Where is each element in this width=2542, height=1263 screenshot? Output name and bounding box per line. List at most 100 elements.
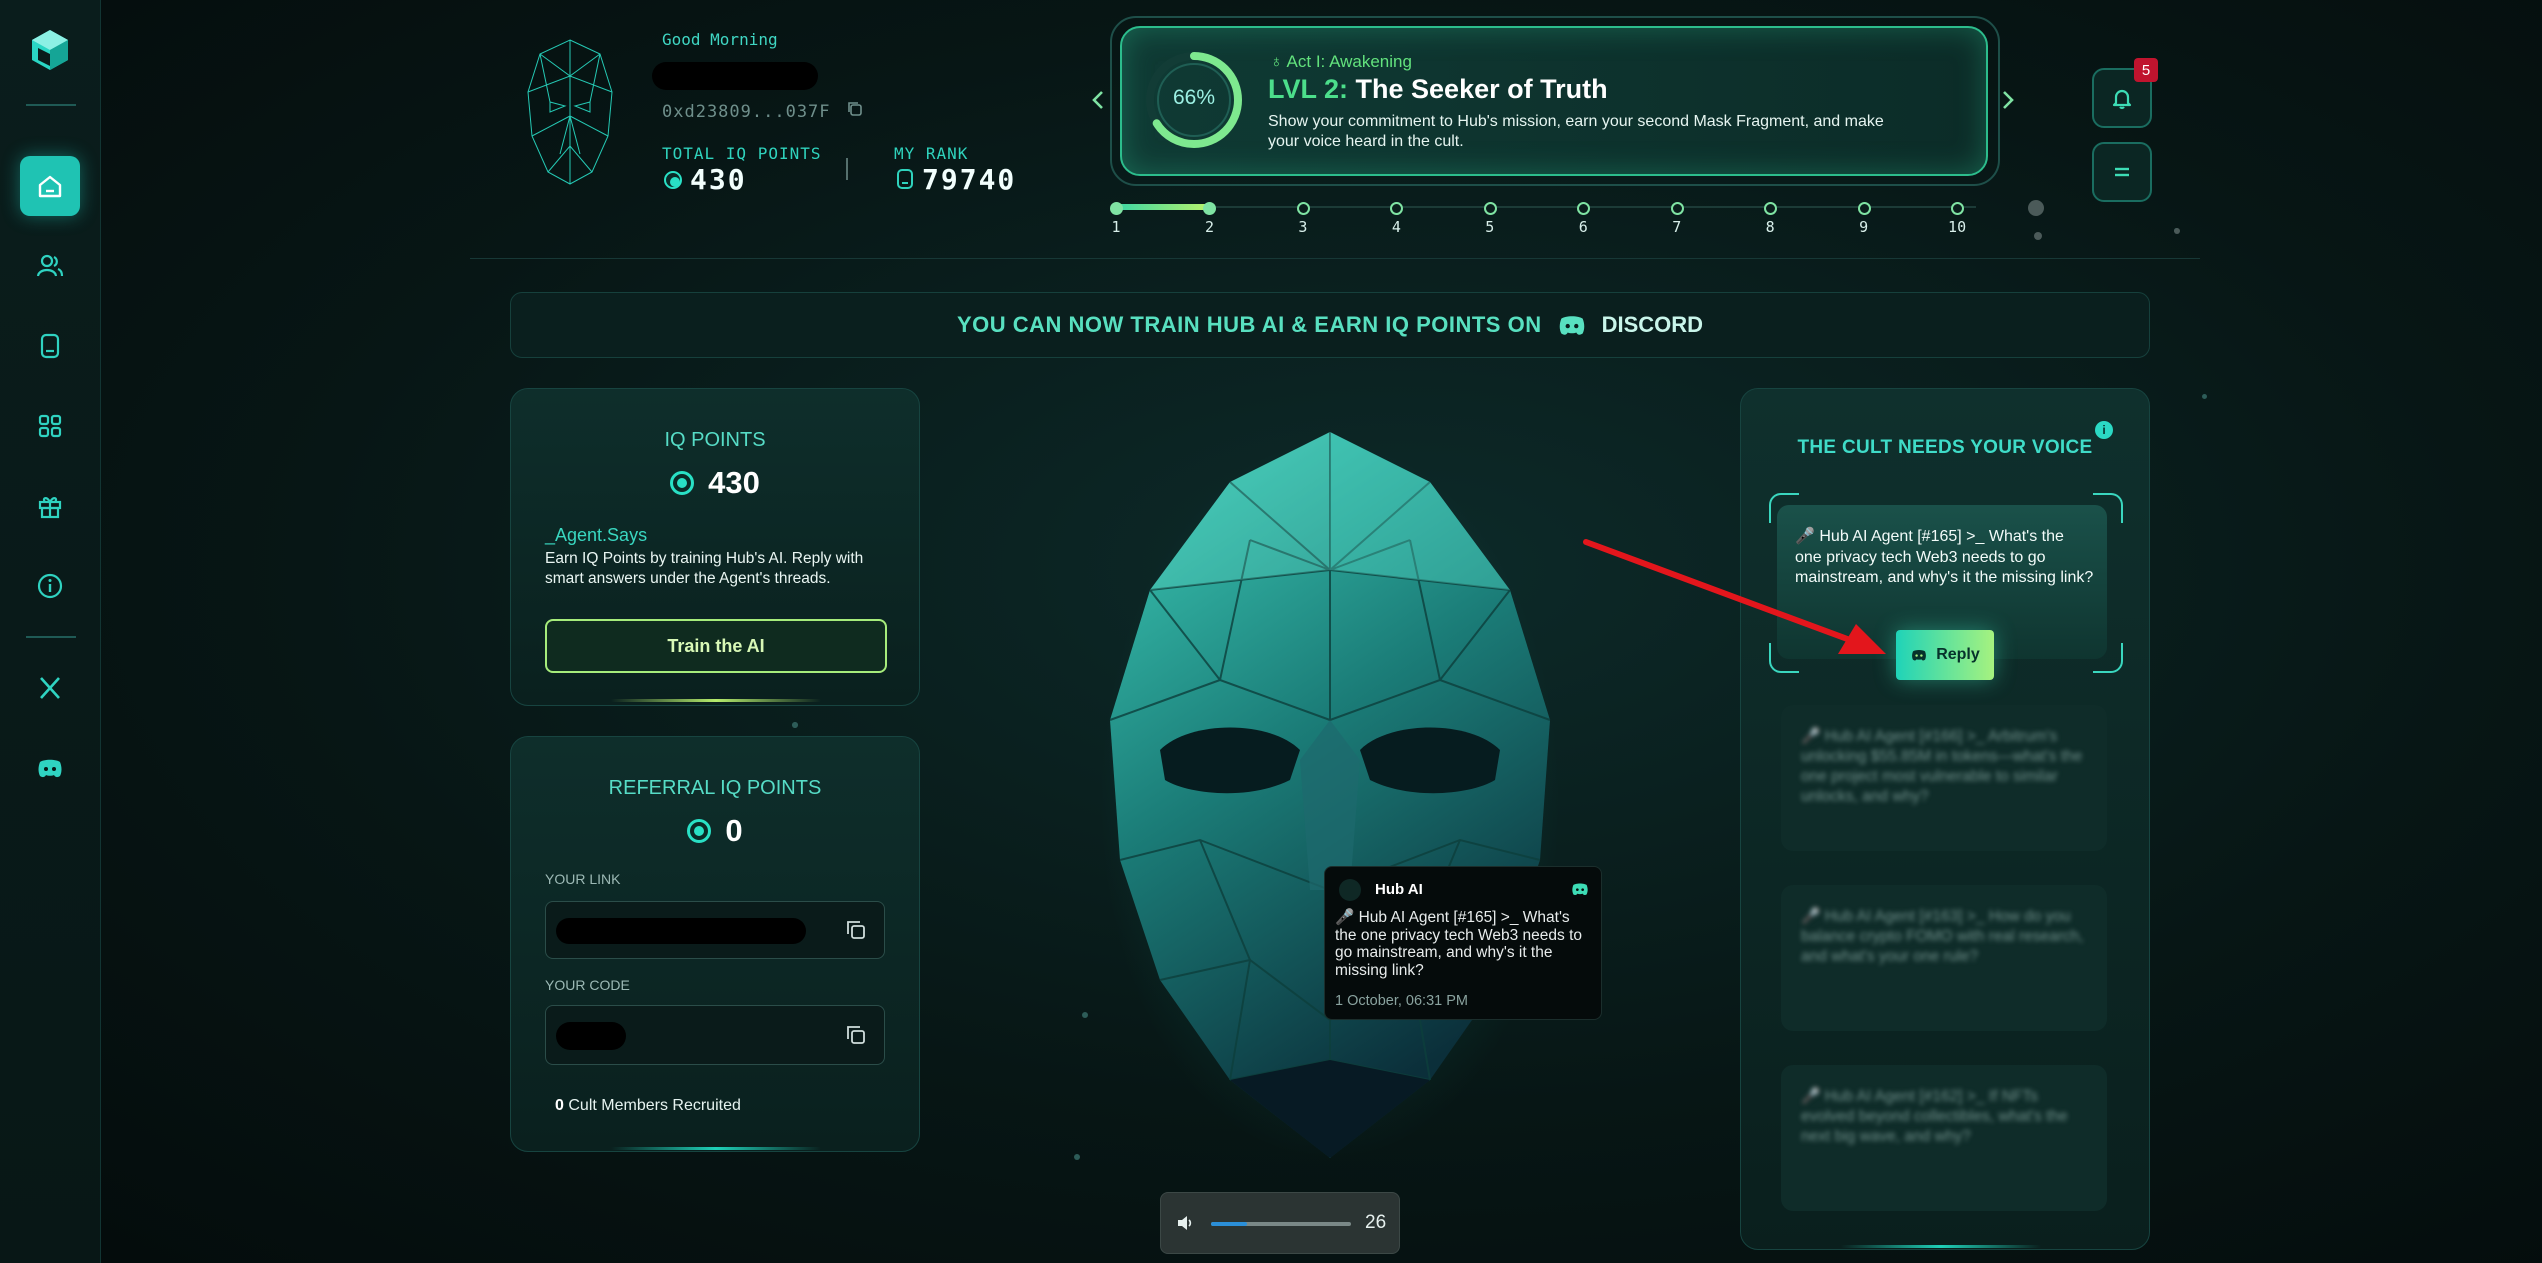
- copy-link-icon[interactable]: [844, 918, 868, 942]
- level-step-label: 4: [1391, 218, 1401, 236]
- reply-label: Reply: [1936, 646, 1980, 663]
- flame-icon: ♁: [1270, 52, 1287, 71]
- banner-text: YOU CAN NOW TRAIN HUB AI & EARN IQ POINT…: [956, 312, 1542, 337]
- card-glow: [611, 699, 821, 702]
- level-step-dot: [1203, 202, 1217, 215]
- sidebar-item-apps[interactable]: [20, 396, 80, 456]
- copy-icon[interactable]: [846, 100, 864, 118]
- discord-banner[interactable]: YOU CAN NOW TRAIN HUB AI & EARN IQ POINT…: [510, 292, 2150, 358]
- level-step-dot: [1296, 202, 1310, 215]
- level-step-label: 5: [1485, 218, 1495, 236]
- x-icon: [40, 677, 60, 699]
- gift-icon: [38, 497, 62, 519]
- iq-card-title: IQ POINTS: [664, 429, 766, 451]
- total-iq-label: TOTAL IQ POINTS: [662, 144, 822, 163]
- header-divider: [470, 258, 2200, 259]
- notification-badge: 5: [2134, 58, 2158, 82]
- iq-token-icon: [670, 471, 695, 495]
- blurred-thread-card: 🎤 Hub AI Agent [#162] >_ If NFTs evolved…: [1781, 1065, 2107, 1211]
- background-dot: [2202, 394, 2207, 399]
- level-step-dot: [1390, 202, 1404, 215]
- sidebar-item-info[interactable]: [20, 556, 80, 616]
- hub-ai-message-popup[interactable]: Hub AI 🎤 Hub AI Agent [#165] >_ What's t…: [1324, 866, 1602, 1020]
- blurred-thread-text: 🎤 Hub AI Agent [#163] >_ How do you bala…: [1801, 908, 2084, 965]
- total-iq-value: 430: [690, 163, 747, 196]
- discord-icon: [1559, 316, 1584, 335]
- code-redacted: [556, 1022, 626, 1050]
- popup-message: 🎤 Hub AI Agent [#165] >_ What's the one …: [1335, 909, 1583, 979]
- sidebar-divider: [26, 104, 76, 106]
- cult-voice-panel: i THE CULT NEEDS YOUR VOICE 🎤 Hub AI Age…: [1740, 388, 2150, 1250]
- grid-icon: [38, 414, 62, 438]
- level-step-dot: [1670, 202, 1684, 215]
- recruited-count: 0: [555, 1097, 564, 1114]
- iq-points-card: IQ POINTS 430 _Agent.Says Earn IQ Points…: [510, 388, 920, 706]
- sidebar-item-device[interactable]: [20, 316, 80, 376]
- volume-slider-fill[interactable]: [1211, 1222, 1248, 1226]
- chevron-left-icon[interactable]: [1088, 88, 1110, 112]
- iq-card-value: 430: [708, 465, 760, 500]
- referral-value-row: 0: [511, 813, 919, 849]
- level-step-label: 2: [1204, 218, 1214, 236]
- blurred-thread-text: 🎤 Hub AI Agent [#162] >_ If NFTs evolved…: [1801, 1088, 2068, 1145]
- sidebar-item-users[interactable]: [20, 236, 80, 296]
- banner-platform: DISCORD: [1601, 312, 1704, 337]
- hub-ai-avatar: [1339, 879, 1361, 901]
- link-redacted: [556, 918, 806, 944]
- popup-author: Hub AI: [1375, 881, 1423, 898]
- card-glow: [611, 1147, 821, 1150]
- blurred-thread-text: 🎤 Hub AI Agent [#166] >_ Arbitrum's unlo…: [1801, 728, 2083, 805]
- level-step-label: 1: [1111, 218, 1121, 236]
- sidebar-item-discord[interactable]: [20, 738, 80, 798]
- your-code-label: YOUR CODE: [545, 977, 630, 993]
- menu-icon: [2115, 167, 2129, 177]
- speaker-icon[interactable]: [1175, 1213, 1195, 1233]
- menu-button[interactable]: [2092, 142, 2152, 202]
- rank-label: MY RANK: [894, 144, 969, 163]
- level-step-dot: [1857, 202, 1871, 215]
- blurred-thread-card: 🎤 Hub AI Agent [#166] >_ Arbitrum's unlo…: [1781, 705, 2107, 851]
- level-step-label: 7: [1672, 218, 1682, 236]
- rank-value: 79740: [922, 163, 1017, 196]
- referral-code-field[interactable]: [545, 1005, 885, 1065]
- referral-card-title: REFERRAL IQ POINTS: [608, 777, 822, 799]
- level-title: LVL 2: The Seeker of Truth: [1268, 74, 1608, 105]
- recruited-summary: 0 Cult Members Recruited: [555, 1097, 741, 1115]
- stat-divider: [846, 158, 848, 180]
- level-prefix: LVL 2:: [1268, 74, 1349, 104]
- sidebar-item-x[interactable]: [20, 658, 80, 718]
- level-step-dot: [1764, 202, 1778, 215]
- info-icon: [37, 573, 63, 599]
- cult-panel-title: THE CULT NEEDS YOUR VOICE: [1797, 437, 2093, 458]
- iq-card-description: Earn IQ Points by training Hub's AI. Rep…: [545, 550, 864, 587]
- copy-code-icon[interactable]: [844, 1023, 868, 1047]
- sidebar-item-home[interactable]: [20, 156, 80, 216]
- red-annotation-arrow: [1583, 539, 1886, 654]
- level-step-dot: [1483, 202, 1497, 215]
- discord-icon: [38, 759, 62, 778]
- discord-icon: [1572, 883, 1588, 896]
- train-ai-button[interactable]: Train the AI: [545, 619, 887, 673]
- volume-control[interactable]: 26: [1160, 1192, 1400, 1254]
- sidebar-item-rewards[interactable]: [20, 476, 80, 536]
- iq-token-icon: [664, 171, 682, 189]
- referral-link-field[interactable]: [545, 901, 885, 959]
- referral-value: 0: [725, 813, 743, 848]
- username-redacted: [652, 62, 818, 90]
- act-text: Act I: Awakening: [1286, 52, 1412, 71]
- hub-logo-icon[interactable]: [28, 28, 72, 72]
- bell-icon: [2112, 89, 2132, 110]
- popup-timestamp: 1 October, 06:31 PM: [1335, 993, 1468, 1009]
- level-track: [1116, 206, 1976, 208]
- wallet-address: 0xd23809...037F: [662, 102, 831, 122]
- level-step-label: 9: [1859, 218, 1869, 236]
- greeting: Good Morning: [662, 30, 778, 49]
- hub-mask-image: [1100, 432, 1560, 1160]
- reply-button[interactable]: Reply: [1896, 630, 1994, 680]
- avatar-mask-icon[interactable]: [520, 36, 620, 188]
- referral-card: REFERRAL IQ POINTS 0 YOUR LINK YOUR CODE…: [510, 736, 920, 1152]
- users-icon: [36, 254, 64, 277]
- volume-value: 26: [1365, 1212, 1387, 1233]
- level-step-dot: [1577, 202, 1591, 215]
- device-icon: [40, 333, 60, 359]
